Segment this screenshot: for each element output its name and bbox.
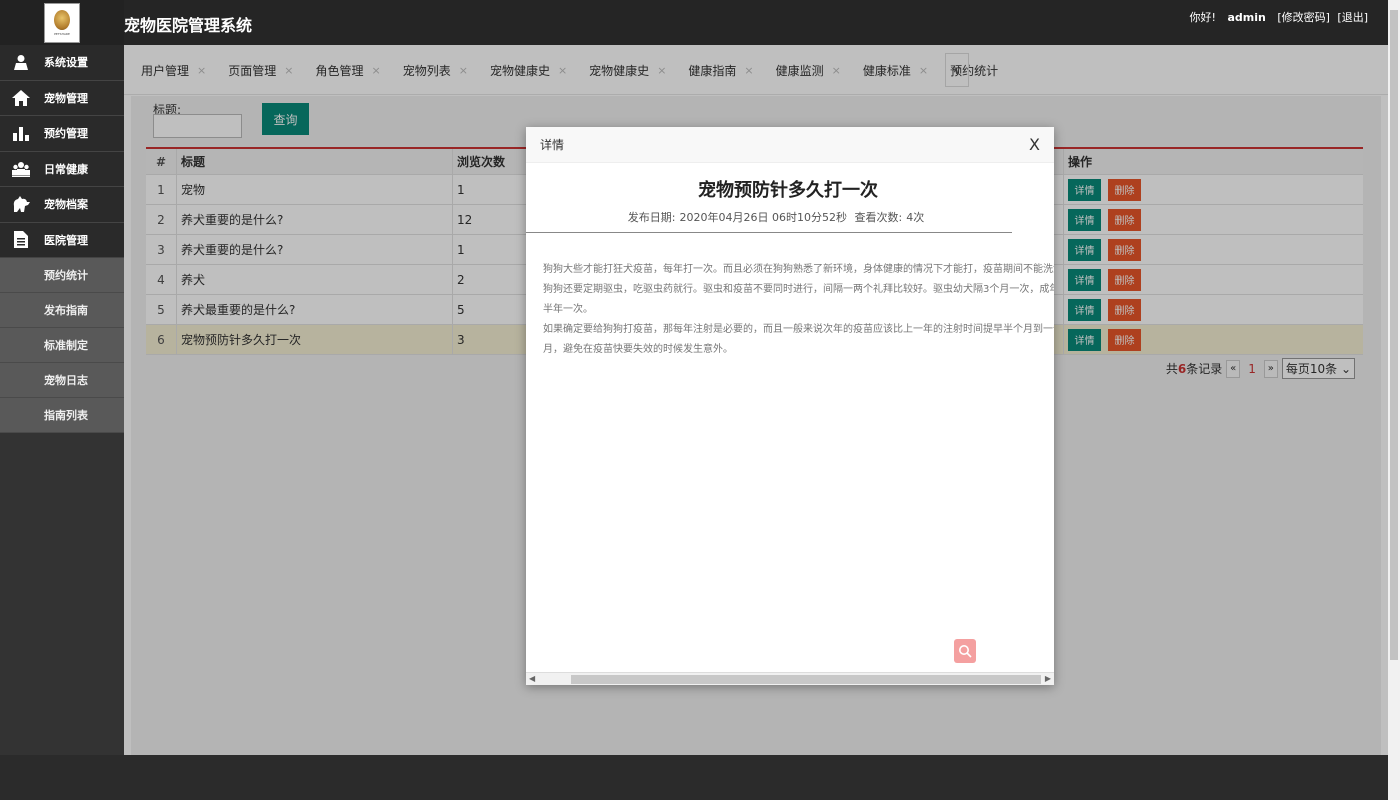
article-content: 狗狗大些才能打狂犬疫苗，每年打一次。而且必须在狗狗熟悉了新环境，身体健康的情况下… bbox=[543, 260, 1054, 360]
detail-modal: 详情 X 宠物预防针多久打一次 发布日期: 2020年04月26日 06时10分5… bbox=[526, 127, 1054, 685]
sidebar-item-daily-health[interactable]: 日常健康 bbox=[0, 151, 124, 187]
sidebar-item-label: 系统设置 bbox=[44, 56, 88, 70]
sidebar-subitem-appointment-stats[interactable]: 预约统计 bbox=[0, 258, 124, 293]
sidebar-item-label: 预约管理 bbox=[44, 127, 88, 141]
user-area: 你好! admin [修改密码] [退出] bbox=[1186, 9, 1368, 25]
sidebar-item-label: 医院管理 bbox=[44, 233, 88, 247]
views-label: 查看次数: bbox=[854, 211, 903, 224]
close-icon[interactable]: X bbox=[1029, 135, 1040, 154]
sidebar-subitem-publish-guide[interactable]: 发布指南 bbox=[0, 293, 124, 328]
content-line: 如果确定要给狗狗打疫苗，那每年注射是必要的，而且一般来说次年的疫苗应该比上一年的… bbox=[543, 324, 1054, 335]
publish-date: 2020年04月26日 06时10分52秒 bbox=[679, 211, 847, 224]
search-icon[interactable] bbox=[954, 639, 976, 663]
logo-area: PETSHARE bbox=[0, 0, 124, 45]
sidebar-item-hospital-management[interactable]: 医院管理 bbox=[0, 222, 124, 258]
scroll-right-icon[interactable]: ▶ bbox=[1045, 674, 1051, 683]
sidebar: 系统设置 宠物管理 预约管理 日常健康 宠物档案 医院管理 预约统计 发布指南 … bbox=[0, 45, 124, 755]
group-icon bbox=[12, 160, 30, 178]
sidebar-subitem-standards[interactable]: 标准制定 bbox=[0, 328, 124, 363]
app-logo: PETSHARE bbox=[44, 2, 80, 43]
article-meta: 发布日期: 2020年04月26日 06时10分52秒 查看次数: 4次 bbox=[526, 209, 1040, 225]
logo-mark-icon bbox=[54, 9, 70, 30]
sidebar-item-label: 宠物管理 bbox=[44, 91, 88, 105]
content-line: 月，避免在疫苗快要失效的时候发生意外。 bbox=[543, 344, 733, 355]
greeting: 你好! bbox=[1189, 11, 1216, 24]
app-title: 宠物医院管理系统 bbox=[124, 16, 253, 35]
sidebar-item-system-settings[interactable]: 系统设置 bbox=[0, 45, 124, 81]
views-value: 4次 bbox=[906, 211, 925, 224]
logo-text: PETSHARE bbox=[54, 31, 70, 36]
bottom-bar bbox=[0, 755, 1388, 800]
horizontal-scrollbar[interactable]: ◀ ▶ bbox=[526, 672, 1054, 685]
sidebar-item-appointment-management[interactable]: 预约管理 bbox=[0, 116, 124, 152]
pet-icon bbox=[12, 195, 30, 213]
article-title: 宠物预防针多久打一次 bbox=[698, 180, 878, 201]
modal-body: 宠物预防针多久打一次 发布日期: 2020年04月26日 06时10分52秒 查看… bbox=[526, 164, 1054, 672]
document-icon bbox=[12, 231, 30, 249]
bar-chart-icon bbox=[12, 124, 30, 142]
home-icon bbox=[12, 89, 30, 107]
logout-link[interactable]: [退出] bbox=[1337, 11, 1368, 24]
modal-header: 详情 X bbox=[526, 127, 1054, 163]
vertical-scrollbar[interactable] bbox=[1388, 0, 1400, 800]
content-line: 狗狗大些才能打狂犬疫苗，每年打一次。而且必须在狗狗熟悉了新环境，身体健康的情况下… bbox=[543, 264, 1054, 275]
content-line: 半年一次。 bbox=[543, 304, 593, 315]
top-bar: PETSHARE 宠物医院管理系统 你好! admin [修改密码] [退出] bbox=[0, 0, 1388, 45]
divider bbox=[526, 232, 1012, 233]
sidebar-item-label: 宠物档案 bbox=[44, 198, 88, 212]
username: admin bbox=[1227, 11, 1266, 24]
sidebar-subitem-pet-log[interactable]: 宠物日志 bbox=[0, 363, 124, 398]
scrollbar-thumb[interactable] bbox=[571, 675, 1041, 684]
sidebar-item-pet-records[interactable]: 宠物档案 bbox=[0, 187, 124, 223]
scroll-left-icon[interactable]: ◀ bbox=[529, 674, 535, 683]
sidebar-subitem-guide-list[interactable]: 指南列表 bbox=[0, 398, 124, 433]
content-line: 狗狗还要定期驱虫，吃驱虫药就行。驱虫和疫苗不要同时进行，间隔一两个礼拜比较好。驱… bbox=[543, 284, 1054, 295]
publish-date-label: 发布日期: bbox=[627, 211, 676, 224]
user-icon bbox=[12, 53, 30, 71]
modal-title: 详情 bbox=[540, 138, 565, 152]
scrollbar-thumb[interactable] bbox=[1390, 10, 1398, 660]
sidebar-item-label: 日常健康 bbox=[44, 162, 88, 176]
change-password-link[interactable]: [修改密码] bbox=[1277, 11, 1330, 24]
sidebar-item-pet-management[interactable]: 宠物管理 bbox=[0, 80, 124, 116]
